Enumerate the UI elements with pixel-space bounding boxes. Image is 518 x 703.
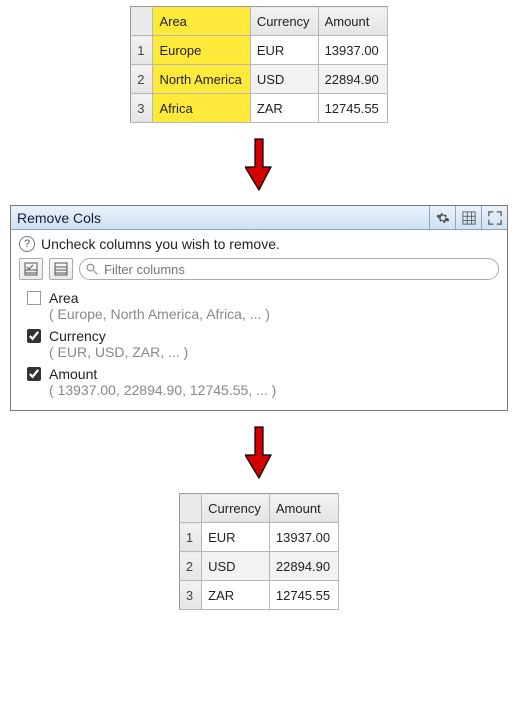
cell[interactable]: 13937.00 [318,36,387,65]
instruction-text: Uncheck columns you wish to remove. [41,236,280,252]
row-header[interactable]: 1 [131,36,153,65]
row-header[interactable]: 2 [131,65,153,94]
col-header[interactable]: Currency [202,494,270,523]
column-preview: ( EUR, USD, ZAR, ... ) [27,344,503,360]
cell[interactable]: 12745.55 [269,581,338,610]
cell[interactable]: North America [153,65,250,94]
column-item-currency: Currency ( EUR, USD, ZAR, ... ) [27,326,503,364]
filter-input[interactable] [102,261,490,278]
table-row: 2 USD 22894.90 [179,552,338,581]
column-name: Amount [49,366,97,382]
help-icon[interactable]: ? [19,236,35,252]
panel-titlebar: Remove Cols [11,206,507,230]
cell[interactable]: EUR [202,523,270,552]
cell[interactable]: 13937.00 [269,523,338,552]
col-header[interactable]: Currency [250,7,318,36]
arrow-down-icon [0,411,518,493]
corner-cell [131,7,153,36]
cell[interactable]: EUR [250,36,318,65]
gear-icon[interactable] [429,206,455,229]
column-name: Currency [49,328,106,344]
select-all-button[interactable] [19,258,43,280]
row-header[interactable]: 2 [179,552,201,581]
column-item-area: Area ( Europe, North America, Africa, ..… [27,288,503,326]
cell[interactable]: ZAR [250,94,318,123]
row-header[interactable]: 1 [179,523,201,552]
column-list: Area ( Europe, North America, Africa, ..… [11,286,507,410]
table-before: Area Currency Amount 1 Europe EUR 13937.… [130,6,388,123]
checkbox-amount[interactable] [27,367,41,381]
checkbox-currency[interactable] [27,329,41,343]
table-row: 1 Europe EUR 13937.00 [131,36,388,65]
cell[interactable]: Europe [153,36,250,65]
checkbox-area[interactable] [27,291,41,305]
column-preview: ( Europe, North America, Africa, ... ) [27,306,503,322]
table-row: 1 EUR 13937.00 [179,523,338,552]
table-row: 3 ZAR 12745.55 [179,581,338,610]
search-icon [86,263,98,275]
arrow-down-icon [0,123,518,205]
col-header[interactable]: Amount [318,7,387,36]
remove-cols-panel: Remove Cols ? Uncheck columns you wish t… [10,205,508,411]
column-name: Area [49,290,79,306]
row-header[interactable]: 3 [131,94,153,123]
select-none-button[interactable] [49,258,73,280]
table-after: Currency Amount 1 EUR 13937.00 2 USD 228… [179,493,339,610]
instruction-row: ? Uncheck columns you wish to remove. [11,230,507,256]
col-header[interactable]: Area [153,7,250,36]
cell[interactable]: Africa [153,94,250,123]
row-header[interactable]: 3 [179,581,201,610]
column-preview: ( 13937.00, 22894.90, 12745.55, ... ) [27,382,503,398]
filter-input-wrap [79,258,499,280]
table-row: 3 Africa ZAR 12745.55 [131,94,388,123]
corner-cell [179,494,201,523]
cell[interactable]: 22894.90 [269,552,338,581]
cell[interactable]: USD [202,552,270,581]
column-item-amount: Amount ( 13937.00, 22894.90, 12745.55, .… [27,364,503,402]
grid-icon[interactable] [455,206,481,229]
panel-title: Remove Cols [11,206,429,229]
expand-icon[interactable] [481,206,507,229]
table-row: 2 North America USD 22894.90 [131,65,388,94]
col-header[interactable]: Amount [269,494,338,523]
cell[interactable]: USD [250,65,318,94]
cell[interactable]: 12745.55 [318,94,387,123]
cell[interactable]: ZAR [202,581,270,610]
cell[interactable]: 22894.90 [318,65,387,94]
